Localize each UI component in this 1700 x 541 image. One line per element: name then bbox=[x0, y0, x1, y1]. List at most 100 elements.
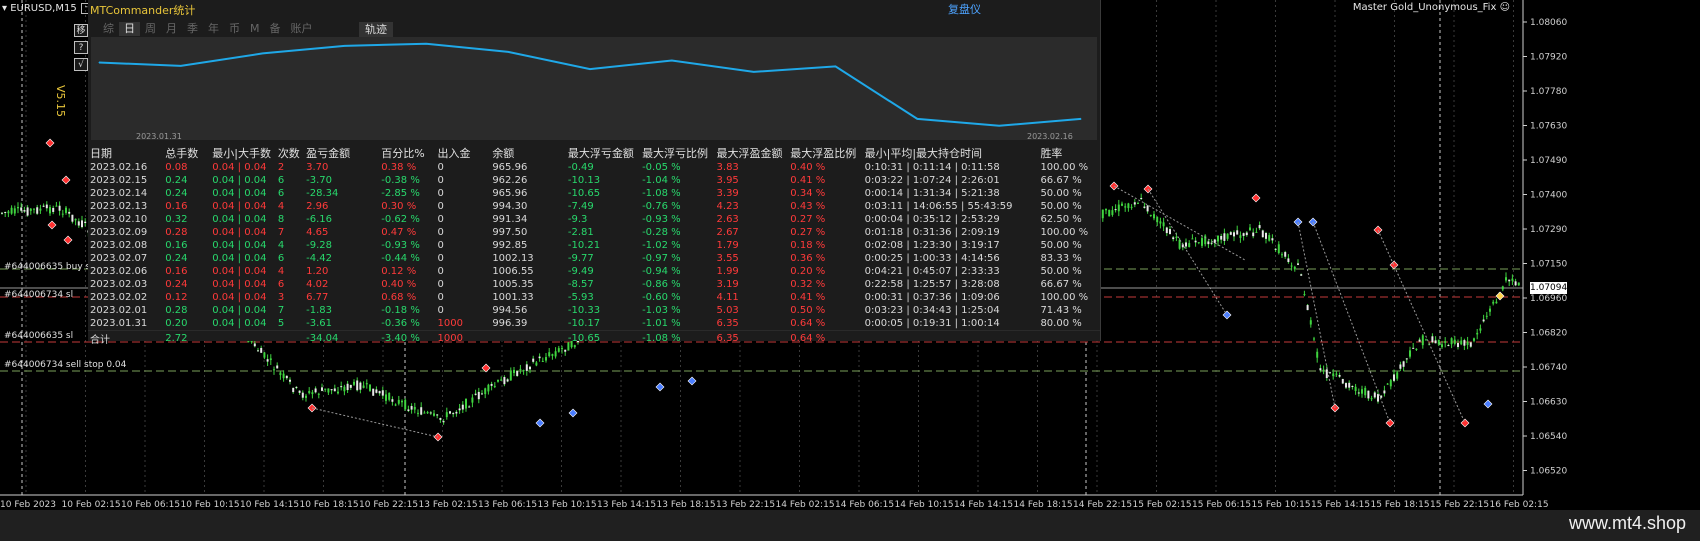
tab-account[interactable]: 账户 bbox=[286, 22, 318, 36]
table-row[interactable]: 2023.02.01 0.28 0.04 | 0.04 7 -1.83 -0.18 % 0 9… bbox=[88, 304, 1100, 317]
candle-body bbox=[522, 370, 525, 372]
cell-balance: 1006.55 bbox=[492, 266, 534, 277]
column-header[interactable]: 次数 bbox=[276, 145, 304, 161]
cell-cash: 0 bbox=[437, 188, 444, 199]
tab-magic[interactable]: M bbox=[245, 22, 265, 36]
candle-body bbox=[1210, 242, 1213, 244]
candle-body bbox=[26, 207, 29, 216]
price-tick-label: 1.07920 bbox=[1530, 53, 1567, 63]
total-cell-date: 合计 bbox=[88, 330, 164, 346]
candle-body bbox=[1303, 294, 1306, 296]
column-header[interactable]: 出入金 bbox=[436, 145, 491, 161]
column-header[interactable]: 余额 bbox=[490, 145, 566, 161]
candle-body bbox=[477, 391, 480, 400]
cell-mfp: 6.35 bbox=[716, 318, 739, 329]
candle-body bbox=[1117, 204, 1120, 212]
cell-win: 83.33 % bbox=[1040, 253, 1082, 264]
column-header[interactable]: 最大浮盈金额 bbox=[715, 145, 789, 161]
cell-minmax: 0.04 | 0.04 bbox=[212, 305, 267, 316]
candle-body bbox=[1441, 344, 1443, 348]
candle-body bbox=[292, 387, 295, 393]
table-row[interactable]: 2023.02.16 0.08 0.04 | 0.04 2 3.70 0.38 % 0 965… bbox=[88, 161, 1100, 174]
column-header[interactable]: 胜率 bbox=[1038, 145, 1100, 161]
cell-cash: 0 bbox=[437, 279, 444, 290]
time-tick-label: 15 Feb 02:15 bbox=[1133, 500, 1192, 510]
column-header[interactable]: 盈亏金额 bbox=[304, 145, 379, 161]
tab-summary[interactable]: 综 bbox=[98, 22, 119, 36]
table-row[interactable]: 2023.02.07 0.24 0.04 | 0.04 6 -4.42 -0.44 % 0 1… bbox=[88, 252, 1100, 265]
cell-pnl: -3.70 bbox=[306, 175, 332, 186]
cell-balance: 1002.13 bbox=[492, 253, 534, 264]
candle-body bbox=[1223, 233, 1226, 241]
candle-body bbox=[13, 208, 16, 214]
table-row[interactable]: 2023.02.09 0.28 0.04 | 0.04 7 4.65 0.47 % 0 997… bbox=[88, 226, 1100, 239]
price-tick-label: 1.06960 bbox=[1530, 294, 1567, 304]
column-header[interactable]: 最小|大手数 bbox=[210, 145, 276, 161]
table-row[interactable]: 2023.02.06 0.16 0.04 | 0.04 4 1.20 0.12 % 0 100… bbox=[88, 265, 1100, 278]
cell-win: 100.00 % bbox=[1040, 162, 1089, 173]
tab-month[interactable]: 月 bbox=[161, 22, 182, 36]
tab-note[interactable]: 备 bbox=[265, 22, 286, 36]
cell-mfpp: 0.41 % bbox=[790, 292, 826, 303]
tab-year[interactable]: 年 bbox=[203, 22, 224, 36]
candle-body bbox=[1351, 385, 1354, 387]
time-tick-label: 10 Feb 06:15 bbox=[121, 500, 180, 510]
help-button[interactable]: ? bbox=[74, 41, 88, 54]
candle-body bbox=[1489, 308, 1491, 312]
total-cell-mflp: -1.08 % bbox=[640, 330, 715, 346]
confirm-button[interactable]: √ bbox=[74, 58, 88, 71]
candle-body bbox=[17, 207, 19, 209]
candle-body bbox=[77, 221, 80, 226]
candle-body bbox=[359, 382, 362, 390]
candle-body bbox=[1149, 214, 1152, 216]
cell-hold: 0:03:23 | 0:34:43 | 1:25:04 bbox=[864, 305, 1000, 316]
column-header[interactable]: 最大浮亏金额 bbox=[566, 145, 640, 161]
price-chart[interactable]: 1.08060 1.07920 1.07780 1.07630 1.07490 1.074… bbox=[0, 0, 1700, 510]
balance-point bbox=[425, 43, 427, 45]
candle-body bbox=[1482, 319, 1485, 322]
cell-minmax: 0.04 | 0.04 bbox=[212, 292, 267, 303]
table-row[interactable]: 2023.02.15 0.24 0.04 | 0.04 6 -3.70 -0.38 % 0 9… bbox=[88, 174, 1100, 187]
column-header[interactable]: 最小|平均|最大持仓时间 bbox=[863, 145, 1039, 161]
cell-mfpp: 0.64 % bbox=[790, 318, 826, 329]
table-row[interactable]: 2023.02.02 0.12 0.04 | 0.04 3 6.77 0.68 % 0 100… bbox=[88, 291, 1100, 304]
column-header[interactable]: 百分比% bbox=[379, 145, 435, 161]
candle-body bbox=[433, 413, 435, 416]
column-header[interactable]: 日期 bbox=[88, 145, 163, 161]
candle-body bbox=[1239, 235, 1242, 238]
order-label-sl-2[interactable]: #644006635 sl bbox=[4, 331, 73, 341]
tab-day[interactable]: 日 bbox=[119, 22, 140, 36]
table-row[interactable]: 2023.02.08 0.16 0.04 | 0.04 4 -9.28 -0.93 % 0 9… bbox=[88, 239, 1100, 252]
column-header[interactable]: 最大浮盈比例 bbox=[788, 145, 862, 161]
table-row[interactable]: 2023.01.31 0.20 0.04 | 0.04 5 -3.61 -0.36 % 10… bbox=[88, 317, 1100, 331]
cell-minmax: 0.04 | 0.04 bbox=[212, 201, 267, 212]
candle-body bbox=[311, 392, 314, 395]
cell-minmax: 0.04 | 0.04 bbox=[212, 175, 267, 186]
replay-button[interactable]: 复盘仪 bbox=[948, 1, 981, 17]
total-cell-hold bbox=[862, 330, 1039, 346]
candle-body bbox=[535, 362, 538, 366]
move-button[interactable]: 移 bbox=[74, 24, 88, 37]
price-tick-label: 1.06540 bbox=[1530, 432, 1567, 442]
order-label-sell-stop[interactable]: #644006734 sell stop 0.04 bbox=[4, 360, 126, 370]
table-row[interactable]: 2023.02.03 0.24 0.04 | 0.04 6 4.02 0.40 % 0 100… bbox=[88, 278, 1100, 291]
tab-quarter[interactable]: 季 bbox=[182, 22, 203, 36]
cell-pnl: 3.70 bbox=[306, 162, 329, 173]
tab-week[interactable]: 周 bbox=[140, 22, 161, 36]
candle-body bbox=[45, 204, 48, 209]
candle-body bbox=[1274, 248, 1277, 250]
tab-currency[interactable]: 币 bbox=[224, 22, 245, 36]
candle-body bbox=[1297, 263, 1299, 265]
tab-track[interactable]: 轨迹 bbox=[359, 22, 393, 37]
cell-win: 100.00 % bbox=[1040, 292, 1089, 303]
table-row[interactable]: 2023.02.13 0.16 0.04 | 0.04 4 2.96 0.30 % 0 994… bbox=[88, 200, 1100, 213]
column-header[interactable]: 总手数 bbox=[163, 145, 210, 161]
table-row[interactable]: 2023.02.10 0.32 0.04 | 0.04 8 -6.16 -0.62 % 0 9… bbox=[88, 213, 1100, 226]
dropdown-arrow-icon[interactable]: ▾ bbox=[2, 3, 10, 14]
total-cell-pct: -3.40 % bbox=[379, 330, 436, 346]
candle-body bbox=[426, 412, 429, 414]
order-label-sl-1[interactable]: #644006734 sl bbox=[4, 290, 73, 300]
table-row[interactable]: 2023.02.14 0.24 0.04 | 0.04 6 -28.34 -2.85 % 0… bbox=[88, 187, 1100, 200]
candle-body bbox=[1345, 383, 1347, 388]
column-header[interactable]: 最大浮亏比例 bbox=[640, 145, 714, 161]
